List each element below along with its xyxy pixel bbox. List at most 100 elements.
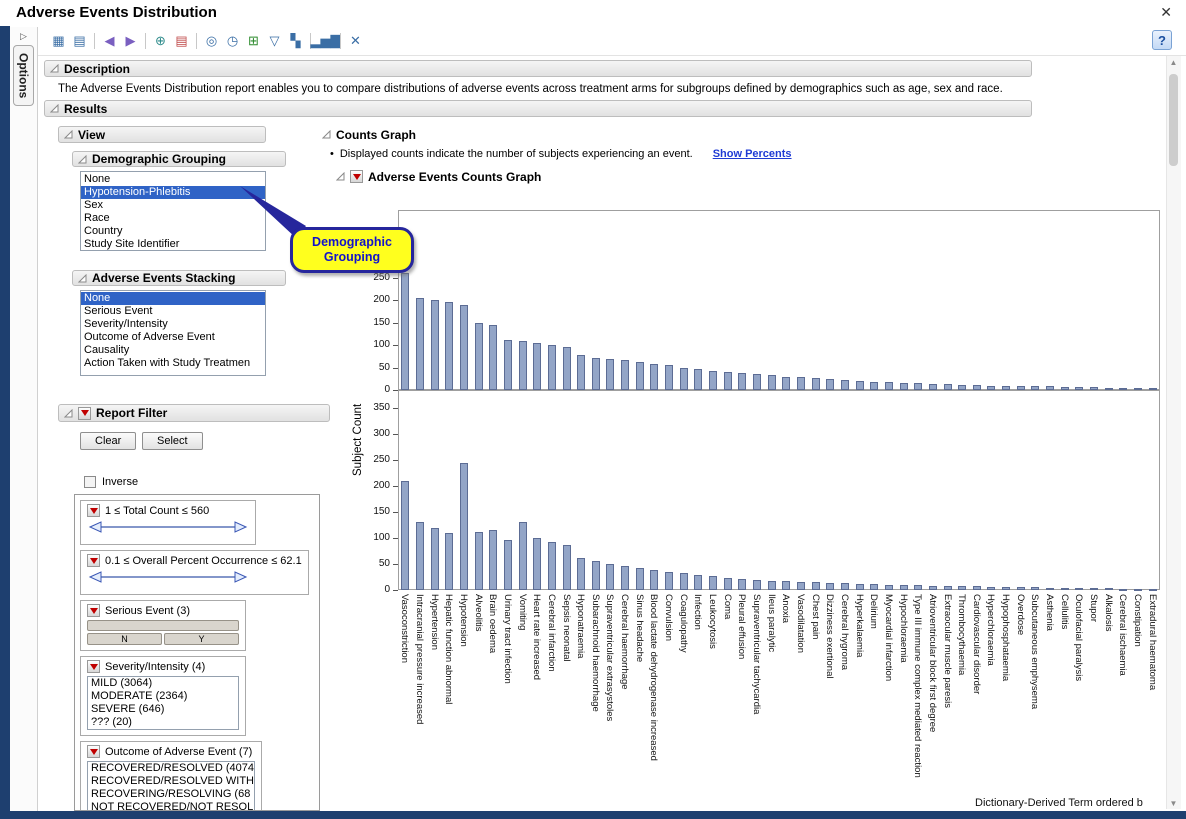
bar[interactable] [636,362,644,390]
profiler-icon[interactable]: ▚ [285,30,306,51]
vertical-scrollbar[interactable] [1166,56,1181,809]
bar[interactable] [416,298,424,390]
bar[interactable] [431,300,439,390]
bar[interactable] [680,573,688,590]
bar[interactable] [914,585,922,590]
bar[interactable] [519,522,527,590]
filter-list[interactable]: MILD (3064)MODERATE (2364)SEVERE (646)??… [87,676,239,730]
bar[interactable] [636,568,644,590]
bar[interactable] [650,364,658,390]
bar[interactable] [826,379,834,390]
bar[interactable] [460,305,468,391]
bar[interactable] [577,355,585,390]
previous-report-icon[interactable]: ◀ [99,30,120,51]
bar[interactable] [914,383,922,390]
bar[interactable] [856,381,864,390]
bar[interactable] [1149,589,1157,591]
help-icon[interactable]: ? [1152,30,1172,50]
bar[interactable] [973,586,981,590]
bar[interactable] [665,365,673,390]
collapse-icon[interactable] [64,409,73,418]
bar[interactable] [870,584,878,590]
next-report-icon[interactable]: ▶ [120,30,141,51]
bar[interactable] [592,561,600,590]
bar[interactable] [709,576,717,590]
bar[interactable] [592,358,600,390]
bar[interactable] [665,572,673,590]
bar[interactable] [841,583,849,590]
bar[interactable] [606,359,614,391]
bar[interactable] [826,583,834,590]
range-slider[interactable] [87,570,249,584]
bar[interactable] [1017,587,1025,590]
bar[interactable] [548,542,556,590]
filter-list[interactable]: RECOVERED/RESOLVED (4074RECOVERED/RESOLV… [87,761,255,811]
bar[interactable] [738,579,746,590]
bar[interactable] [1031,587,1039,590]
red-triangle-menu-icon[interactable] [87,604,100,617]
list-item[interactable]: Causality [81,344,265,357]
bar[interactable] [489,530,497,590]
search-data-icon[interactable]: ◎ [201,30,222,51]
bar[interactable] [797,582,805,590]
bar[interactable] [445,533,453,590]
bar[interactable] [533,343,541,390]
bar[interactable] [445,302,453,390]
collapse-icon[interactable] [50,64,59,73]
filter-icon[interactable]: ▽ [264,30,285,51]
collapse-icon[interactable] [78,274,87,283]
inverse-checkbox[interactable] [84,476,96,488]
list-item[interactable]: RECOVERED/RESOLVED WITH [88,775,254,788]
scrollbar-thumb[interactable] [1169,74,1178,166]
close-icon[interactable]: ✕ [1160,4,1172,21]
bar[interactable] [1119,589,1127,591]
bar[interactable] [475,323,483,391]
range-slider[interactable] [87,520,249,534]
bar[interactable] [856,584,864,590]
report-icon[interactable]: ▤ [171,30,192,51]
bar[interactable] [475,532,483,590]
bar[interactable] [650,570,658,590]
red-triangle-menu-icon[interactable] [87,554,100,567]
red-triangle-menu-icon[interactable] [78,407,91,420]
collapse-icon[interactable] [322,130,331,139]
bar[interactable] [694,369,702,390]
bar[interactable] [621,360,629,390]
bar[interactable] [1134,589,1142,591]
list-item[interactable]: Action Taken with Study Treatmen [81,357,265,370]
journal-icon[interactable]: ▤ [69,30,90,51]
time-window-icon[interactable]: ◷ [222,30,243,51]
bar[interactable] [621,566,629,590]
bar[interactable] [929,586,937,590]
bar[interactable] [548,345,556,390]
bar[interactable] [1105,588,1113,590]
list-item[interactable]: RECOVERING/RESOLVING (68 [88,788,254,801]
bar[interactable] [680,368,688,391]
expand-options-icon[interactable]: ▷ [17,31,31,42]
bar[interactable] [1046,588,1054,590]
show-percents-link[interactable]: Show Percents [713,148,792,160]
bar[interactable] [724,372,732,390]
bar[interactable] [753,580,761,590]
bar[interactable] [1061,588,1069,590]
list-item[interactable]: ??? (20) [88,716,238,729]
collapse-icon[interactable] [78,155,87,164]
red-triangle-menu-icon[interactable] [350,170,363,183]
bar[interactable] [401,273,409,390]
data-table-icon[interactable]: ▦ [48,30,69,51]
bar[interactable] [768,581,776,590]
globe-icon[interactable]: ⊕ [150,30,171,51]
bar[interactable] [401,481,409,590]
bar[interactable] [504,340,512,390]
bar[interactable] [1075,588,1083,590]
bar[interactable] [460,463,468,590]
bar[interactable] [1090,588,1098,590]
bar[interactable] [416,522,424,590]
ae-stacking-list[interactable]: NoneSerious EventSeverity/IntensityOutco… [80,290,266,376]
bar-chart-icon[interactable]: ▂▅▇ [315,30,336,51]
bar[interactable] [1002,587,1010,590]
bar[interactable] [870,382,878,390]
list-item[interactable]: Severity/Intensity [81,318,265,331]
list-item[interactable]: SEVERE (646) [88,703,238,716]
filter-segment[interactable]: Y [164,633,239,645]
